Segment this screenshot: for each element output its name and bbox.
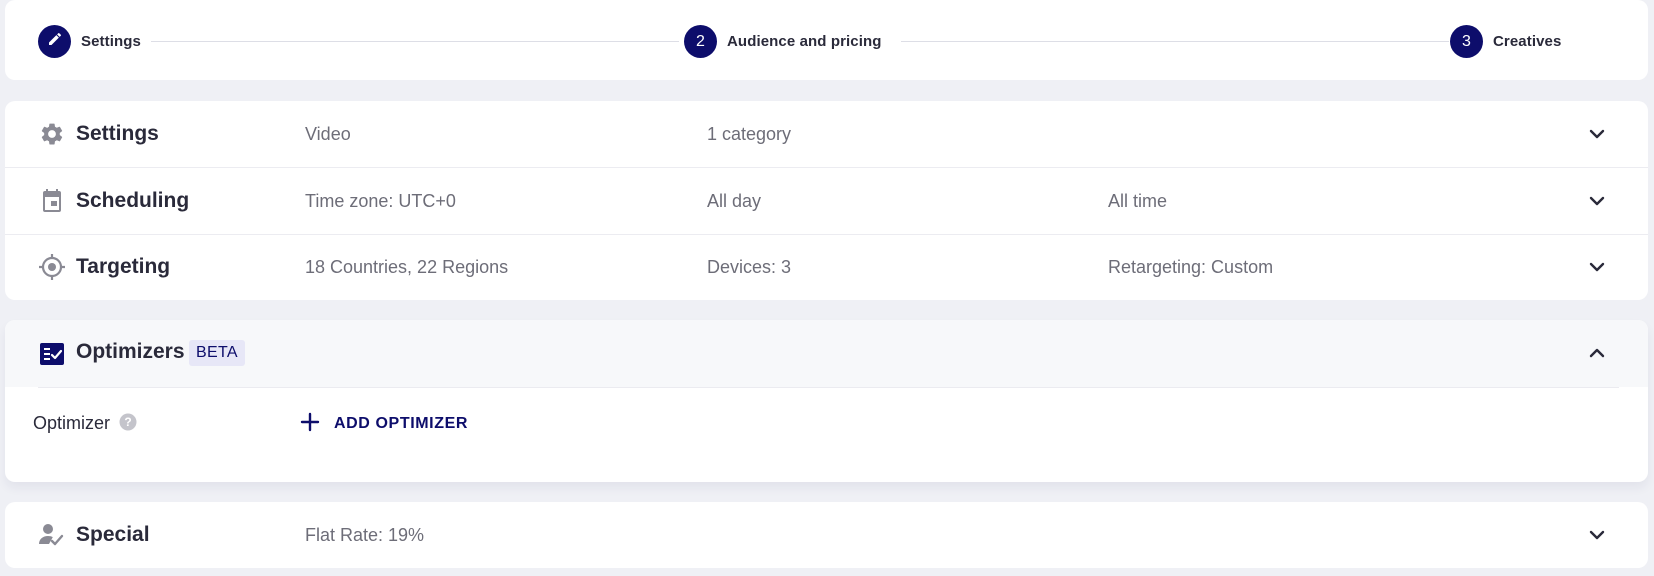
row-value: Time zone: UTC+0 [305,190,456,211]
stepper: Settings 2 Audience and pricing 3 Creati… [5,0,1648,80]
scheduling-row[interactable]: Scheduling Time zone: UTC+0 All day All … [5,168,1648,234]
campaign-summary: Settings Video 1 category Scheduling Tim… [5,101,1648,300]
optimizers-header[interactable]: Optimizers BETA [5,320,1648,387]
targeting-row[interactable]: Targeting 18 Countries, 22 Regions Devic… [5,234,1648,300]
step-audience-pricing[interactable]: 2 Audience and pricing [684,25,882,58]
pencil-icon [47,31,63,52]
step-connector [901,41,1449,42]
optimizer-label-text: Optimizer [33,413,111,433]
section-title: Optimizers [76,340,185,363]
row-title: Targeting [76,255,171,278]
row-value: Flat Rate: 19% [305,524,425,545]
target-icon [38,253,66,281]
step-number: 3 [1450,25,1483,58]
person-check-icon [38,521,66,549]
row-value: Video [305,123,351,144]
row-title: Settings [76,122,159,145]
special-row[interactable]: Special Flat Rate: 19% [5,502,1648,568]
help-icon[interactable]: ? [119,413,137,436]
step-creatives[interactable]: 3 Creatives [1450,25,1561,58]
chevron-down-icon[interactable] [1585,122,1609,146]
chevron-up-icon[interactable] [1585,341,1609,365]
beta-badge: BETA [189,340,245,366]
row-value: All day [707,190,762,211]
row-title: Special [76,523,150,546]
optimizer-field-label: Optimizer ? [33,413,137,436]
step-number: 2 [684,25,717,58]
special-section: Special Flat Rate: 19% [5,502,1648,568]
gear-icon [38,120,66,148]
step-label: Audience and pricing [727,33,882,50]
step-connector [151,41,679,42]
row-value: Devices: 3 [707,256,792,277]
chevron-down-icon[interactable] [1585,523,1609,547]
plus-icon [300,412,320,437]
optimizers-section: Optimizers BETA [5,320,1648,482]
step-marker [38,25,71,58]
settings-row[interactable]: Settings Video 1 category [5,101,1648,167]
step-label: Creatives [1493,33,1562,50]
checklist-icon [38,340,66,368]
row-title: Scheduling [76,189,190,212]
add-optimizer-label: ADD OPTIMIZER [334,415,469,432]
add-optimizer-button[interactable]: ADD OPTIMIZER [300,410,468,438]
step-label: Settings [81,33,141,50]
chevron-down-icon[interactable] [1585,189,1609,213]
step-settings[interactable]: Settings [38,25,141,58]
row-value: All time [1108,190,1168,211]
divider [38,387,1619,388]
calendar-icon [38,187,66,215]
svg-text:?: ? [124,415,131,429]
row-value: Retargeting: Custom [1108,256,1274,277]
row-value: 18 Countries, 22 Regions [305,256,509,277]
row-value: 1 category [707,123,792,144]
chevron-down-icon[interactable] [1585,255,1609,279]
